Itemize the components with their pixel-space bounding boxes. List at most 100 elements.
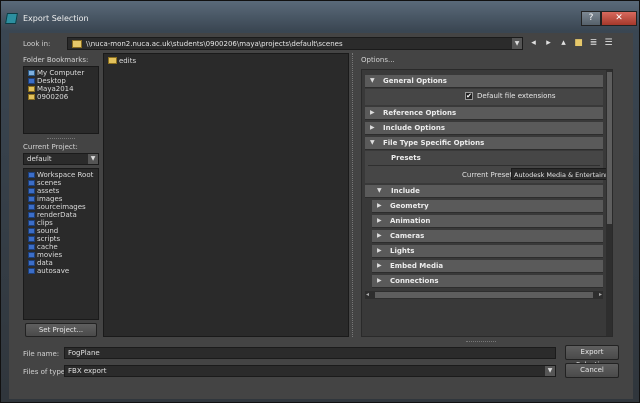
- folder-icon: [72, 40, 82, 48]
- chevron-right-icon: ▶: [377, 247, 382, 254]
- current-project-label: Current Project:: [23, 143, 78, 151]
- folder-icon: [28, 172, 35, 178]
- folder-icon: [28, 268, 35, 274]
- presets-group: Presets Current Preset: Autodesk Media &…: [365, 151, 607, 183]
- maya-app-icon: [5, 13, 18, 24]
- scroll-left-icon[interactable]: ◂: [366, 291, 369, 299]
- bookmark-0900206[interactable]: 0900206: [28, 93, 68, 101]
- bookmarks-list: My Computer Desktop Maya2014 0900206: [23, 66, 99, 134]
- set-project-button[interactable]: Set Project...: [25, 323, 97, 337]
- export-selection-dialog: Export Selection ? ✕ Look in: \\nuca-mon…: [0, 0, 640, 403]
- folder-icon: [28, 236, 35, 242]
- file-type-combo[interactable]: FBX export ▼: [64, 365, 556, 377]
- computer-icon: [28, 70, 35, 76]
- chevron-right-icon: ▶: [377, 217, 382, 224]
- chevron-down-icon: ▼: [370, 139, 375, 146]
- folder-icon: [28, 220, 35, 226]
- section-cameras[interactable]: ▶ Cameras: [372, 230, 603, 243]
- general-options-content: ✔ Default file extensions: [365, 89, 603, 105]
- file-type-value: FBX export: [68, 367, 107, 375]
- chevron-down-icon[interactable]: ▼: [512, 38, 522, 49]
- section-include[interactable]: ▼ Include: [365, 185, 603, 198]
- current-preset-value[interactable]: Autodesk Media & Entertainment: [511, 168, 607, 180]
- look-in-combo[interactable]: \\nuca-mon2.nuca.ac.uk\students\0900206\…: [67, 37, 523, 50]
- project-combo[interactable]: default ▼: [23, 153, 99, 165]
- section-include-options[interactable]: ▶ Include Options: [365, 122, 603, 135]
- close-button[interactable]: ✕: [601, 11, 637, 26]
- chevron-right-icon: ▶: [377, 277, 382, 284]
- chevron-right-icon: ▶: [377, 262, 382, 269]
- folder-icon: [28, 204, 35, 210]
- chevron-down-icon[interactable]: ▼: [88, 154, 98, 164]
- section-file-type-options[interactable]: ▼ File Type Specific Options: [365, 137, 603, 150]
- file-name-value: FogPlane: [68, 349, 100, 357]
- project-folder-item[interactable]: Workspace Root: [28, 171, 93, 179]
- vertical-scrollbar[interactable]: [606, 70, 612, 336]
- scroll-right-icon[interactable]: ▸: [599, 291, 602, 299]
- export-selection-button[interactable]: Export Selection: [565, 345, 619, 369]
- project-combo-value: default: [27, 155, 52, 163]
- project-folder-item[interactable]: assets: [28, 187, 59, 195]
- section-lights[interactable]: ▶ Lights: [372, 245, 603, 258]
- horizontal-scroll-thumb[interactable]: [375, 292, 593, 298]
- project-folder-item[interactable]: clips: [28, 219, 53, 227]
- bookmark-my-computer[interactable]: My Computer: [28, 69, 84, 77]
- section-animation[interactable]: ▶ Animation: [372, 215, 603, 228]
- list-view-icon[interactable]: ≣: [588, 38, 599, 49]
- file-name-field[interactable]: FogPlane: [64, 347, 556, 359]
- project-folder-item[interactable]: cache: [28, 243, 58, 251]
- splitter-handle[interactable]: [352, 53, 354, 337]
- horizontal-scrollbar[interactable]: ◂ ▸: [365, 291, 603, 299]
- file-item-edits[interactable]: edits: [108, 57, 136, 65]
- chevron-down-icon: ▼: [370, 77, 375, 84]
- default-extensions-checkbox[interactable]: ✔: [465, 92, 473, 100]
- chevron-right-icon: ▶: [377, 232, 382, 239]
- parent-folder-icon[interactable]: ▴: [558, 38, 569, 49]
- project-folder-item[interactable]: scenes: [28, 179, 61, 187]
- project-folder-item[interactable]: sourceimages: [28, 203, 86, 211]
- desktop-icon: [28, 78, 35, 84]
- section-reference-options[interactable]: ▶ Reference Options: [365, 107, 603, 120]
- section-geometry[interactable]: ▶ Geometry: [372, 200, 603, 213]
- chevron-right-icon: ▶: [370, 124, 375, 131]
- vertical-scroll-thumb[interactable]: [607, 72, 612, 224]
- project-folder-item[interactable]: autosave: [28, 267, 69, 275]
- project-folder-item[interactable]: images: [28, 195, 62, 203]
- folder-icon: [28, 228, 35, 234]
- project-folder-item[interactable]: renderData: [28, 211, 77, 219]
- files-of-type-label: Files of type:: [23, 368, 68, 376]
- forward-icon[interactable]: ▸: [543, 38, 554, 49]
- new-folder-icon[interactable]: ■: [573, 38, 584, 49]
- project-folder-item[interactable]: movies: [28, 251, 62, 259]
- project-folder-item[interactable]: data: [28, 259, 53, 267]
- bookmark-maya2014[interactable]: Maya2014: [28, 85, 74, 93]
- back-icon[interactable]: ◂: [528, 38, 539, 49]
- folder-icon: [28, 252, 35, 258]
- detail-view-icon[interactable]: ☰: [603, 38, 614, 49]
- section-general-options[interactable]: ▼ General Options: [365, 75, 603, 88]
- project-folder-item[interactable]: scripts: [28, 235, 60, 243]
- folder-icon: [28, 188, 35, 194]
- help-button[interactable]: ?: [581, 11, 601, 26]
- chevron-right-icon: ▶: [377, 202, 382, 209]
- default-extensions-label: Default file extensions: [477, 92, 556, 100]
- folder-icon: [28, 260, 35, 266]
- look-in-label: Look in:: [23, 40, 51, 48]
- chevron-down-icon: ▼: [377, 187, 382, 194]
- folder-icon: [28, 94, 35, 100]
- title-bar[interactable]: Export Selection ? ✕: [1, 1, 640, 35]
- splitter-handle[interactable]: [466, 341, 496, 343]
- bookmark-desktop[interactable]: Desktop: [28, 77, 66, 85]
- presets-title: Presets: [391, 154, 421, 162]
- folder-icon: [28, 86, 35, 92]
- splitter-handle[interactable]: [47, 138, 75, 140]
- section-connections[interactable]: ▶ Connections: [372, 275, 603, 288]
- project-folder-item[interactable]: sound: [28, 227, 58, 235]
- window-title: Export Selection: [23, 14, 89, 23]
- section-embed-media[interactable]: ▶ Embed Media: [372, 260, 603, 273]
- folder-icon: [28, 212, 35, 218]
- current-preset-label: Current Preset:: [462, 171, 515, 179]
- chevron-down-icon[interactable]: ▼: [545, 366, 555, 376]
- file-name-label: File name:: [23, 350, 60, 358]
- cancel-button[interactable]: Cancel: [565, 363, 619, 378]
